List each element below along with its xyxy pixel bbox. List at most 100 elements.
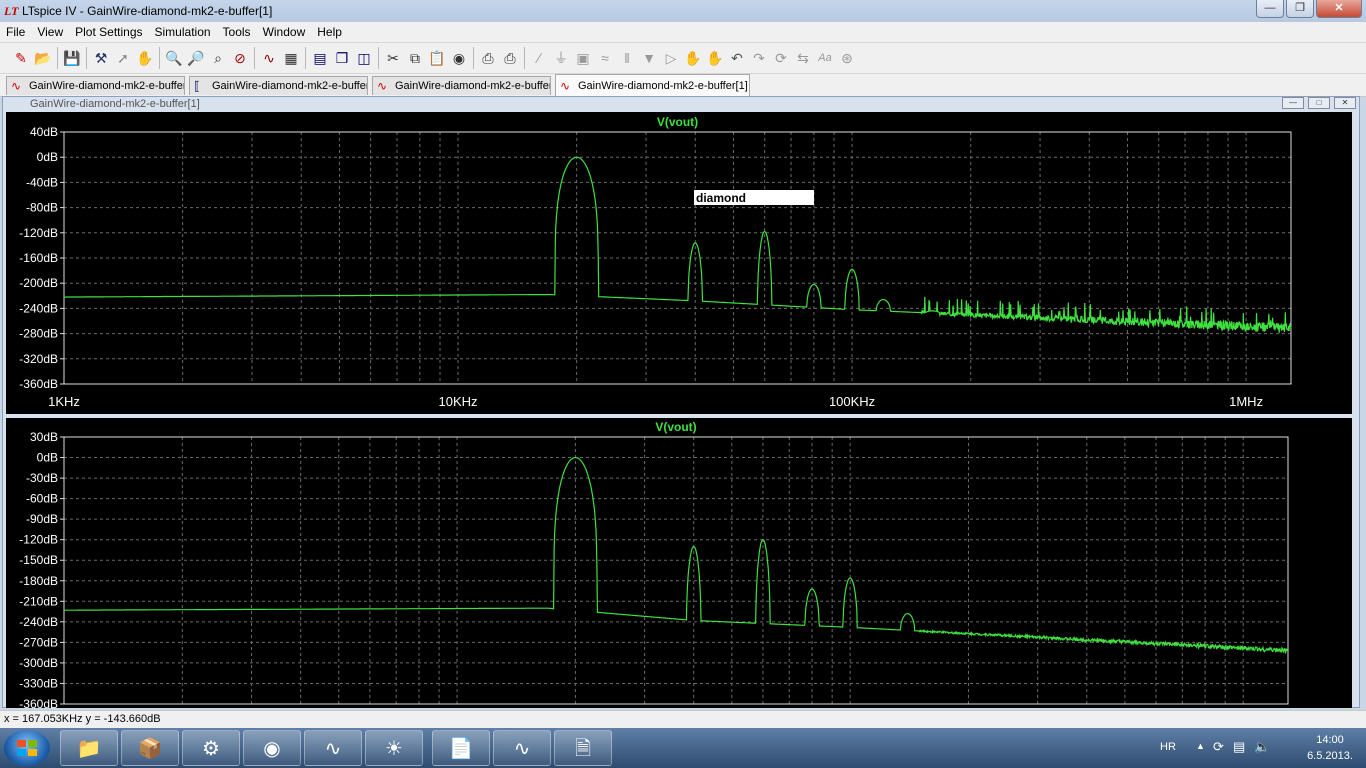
minimize-button[interactable]: —: [1256, 0, 1284, 18]
volume-icon[interactable]: 🔈: [1254, 739, 1270, 755]
menu-view[interactable]: View: [31, 22, 69, 42]
menu-help[interactable]: Help: [311, 22, 348, 42]
language-indicator[interactable]: HR: [1160, 741, 1176, 753]
text-icon[interactable]: Aa: [814, 47, 836, 69]
y-tick-label: 40dB: [30, 125, 58, 139]
y-tick-label: -270dB: [19, 635, 58, 649]
print-preview-icon[interactable]: ⎙: [477, 47, 499, 69]
find-icon[interactable]: ◉: [448, 47, 470, 69]
child-close-button[interactable]: ✕: [1334, 97, 1356, 109]
cursor-readout: x = 167.053KHz y = -143.660dB: [4, 713, 161, 725]
plot-pane-bottom[interactable]: 30dB 0dB -30dB -60dB -90dB -120dB -150dB -180dB…: [6, 418, 1352, 708]
tile-vertical-icon[interactable]: ◫: [353, 47, 375, 69]
rotate-icon[interactable]: ⟳: [770, 47, 792, 69]
autorange-icon[interactable]: ∿: [258, 47, 280, 69]
maximize-button[interactable]: ❐: [1286, 0, 1314, 18]
save-icon[interactable]: 💾: [61, 47, 83, 69]
show-hidden-icons-icon[interactable]: ▲: [1196, 741, 1205, 751]
menu-simulation[interactable]: Simulation: [149, 22, 217, 42]
oscilloscope-icon[interactable]: ∿: [304, 730, 362, 766]
tab-label: GainWire-diamond-mk2-e-buffer: [395, 80, 551, 92]
diode-icon[interactable]: ▼: [638, 47, 660, 69]
y-tick-label: -280dB: [19, 327, 58, 341]
move-icon[interactable]: ✋: [682, 47, 704, 69]
title-bar: LT LTspice IV - GainWire-diamond-mk2-e-b…: [0, 0, 1366, 23]
y-tick-label: -320dB: [19, 352, 58, 366]
y-tick-label: -150dB: [19, 553, 58, 567]
menu-tools[interactable]: Tools: [217, 22, 257, 42]
tab-waveform-active[interactable]: ∿ GainWire-diamond-mk2-e-buffer[1]: [555, 74, 750, 96]
ltspice-icon[interactable]: ∿: [493, 730, 551, 766]
y-tick-label: 0dB: [37, 150, 58, 164]
x-tick-label: 10KHz: [439, 394, 478, 409]
ground-icon[interactable]: ⏚: [550, 47, 572, 69]
tab-schematic[interactable]: ⟦ GainWire-diamond-mk2-e-buffer: [189, 76, 368, 95]
browser-red-icon[interactable]: ◉: [243, 730, 301, 766]
label-icon[interactable]: ▣: [572, 47, 594, 69]
ie-icon[interactable]: ☀: [365, 730, 423, 766]
explorer-icon[interactable]: 📁: [60, 730, 118, 766]
clock-date[interactable]: 6.5.2013.: [1298, 750, 1362, 762]
start-button[interactable]: [4, 730, 50, 766]
component-icon[interactable]: ▷: [660, 47, 682, 69]
archive-icon[interactable]: 📦: [121, 730, 179, 766]
status-bar: x = 167.053KHz y = -143.660dB: [0, 710, 1366, 729]
ltspice-app-icon: LT: [4, 4, 19, 18]
trace-vout: [64, 156, 1292, 333]
redo-icon[interactable]: ↷: [748, 47, 770, 69]
schematic-icon: ⟦: [194, 79, 200, 93]
tab-waveform-2[interactable]: ∿ GainWire-diamond-mk2-e-buffer: [372, 76, 551, 95]
control-panel-icon[interactable]: ⚒: [90, 47, 112, 69]
plot-frame: [63, 436, 1289, 705]
y-tick-label: -360dB: [19, 377, 58, 391]
tile-horizontal-icon[interactable]: ▤: [309, 47, 331, 69]
child-minimize-button[interactable]: —: [1282, 97, 1304, 109]
menu-file[interactable]: File: [0, 22, 31, 42]
child-maximize-button[interactable]: □: [1308, 97, 1330, 109]
y-tick-label: 30dB: [30, 430, 58, 444]
run-icon[interactable]: ➚: [112, 47, 134, 69]
zoom-out-icon[interactable]: 🔎: [185, 47, 207, 69]
halt-icon[interactable]: ✋: [134, 47, 156, 69]
drag-icon[interactable]: ✋: [704, 47, 726, 69]
folder-window-icon[interactable]: 📄: [432, 730, 490, 766]
zoom-fit-icon[interactable]: ⌕: [207, 47, 229, 69]
spice-directive-icon[interactable]: ⊛: [836, 47, 858, 69]
tab-waveform-1[interactable]: ∿ GainWire-diamond-mk2-e-buffer: [6, 76, 185, 95]
paste-icon[interactable]: 📋: [426, 47, 448, 69]
network-icon[interactable]: ▤: [1233, 739, 1245, 755]
new-schematic-icon[interactable]: ✎: [10, 47, 32, 69]
y-tick-label: -330dB: [19, 676, 58, 690]
cascade-icon[interactable]: ❐: [331, 47, 353, 69]
close-button[interactable]: ✕: [1316, 0, 1362, 18]
cut-icon[interactable]: ✂: [382, 47, 404, 69]
zoom-in-icon[interactable]: 🔍: [163, 47, 185, 69]
open-icon[interactable]: 📂: [32, 47, 54, 69]
y-tick-label: -240dB: [19, 615, 58, 629]
undo-icon[interactable]: ↶: [726, 47, 748, 69]
capacitor-icon[interactable]: ‖: [616, 47, 638, 69]
plot-top-svg: 40dB 0dB -40dB -80dB -120dB -160dB -200dB -240d…: [19, 115, 1292, 409]
joystick-icon[interactable]: ⚙: [182, 730, 240, 766]
print-icon[interactable]: ⎙: [499, 47, 521, 69]
wire-icon[interactable]: ∕: [528, 47, 550, 69]
zoom-cancel-icon[interactable]: ⊘: [229, 47, 251, 69]
menu-plot-settings[interactable]: Plot Settings: [69, 22, 148, 42]
menu-bar: File View Plot Settings Simulation Tools…: [0, 22, 1366, 43]
resistor-icon[interactable]: ≈: [594, 47, 616, 69]
document-icon[interactable]: 🗎: [554, 730, 612, 766]
plot-pane-top[interactable]: 40dB 0dB -40dB -80dB -120dB -160dB -200dB -240d…: [6, 112, 1352, 414]
mirror-icon[interactable]: ⇆: [792, 47, 814, 69]
y-tick-label: -120dB: [19, 533, 58, 547]
sync-icon[interactable]: ⟳: [1213, 739, 1224, 755]
tab-label: GainWire-diamond-mk2-e-buffer: [29, 80, 185, 92]
menu-window[interactable]: Window: [257, 22, 312, 42]
trace-title: V(vout): [655, 420, 696, 434]
mark-icon[interactable]: ▦: [280, 47, 302, 69]
waveform-window-title: GainWire-diamond-mk2-e-buffer[1]: [30, 98, 200, 110]
tab-label: GainWire-diamond-mk2-e-buffer[1]: [578, 80, 748, 92]
taskbar: 📁 📦 ⚙ ◉ ∿ ☀ 📄 ∿ 🗎 HR ▲ ⟳ ▤ 🔈 14:00 6.5.2…: [0, 728, 1366, 768]
copy-icon[interactable]: ⧉: [404, 47, 426, 69]
y-tick-label: -300dB: [19, 656, 58, 670]
clock-time[interactable]: 14:00: [1298, 734, 1362, 746]
